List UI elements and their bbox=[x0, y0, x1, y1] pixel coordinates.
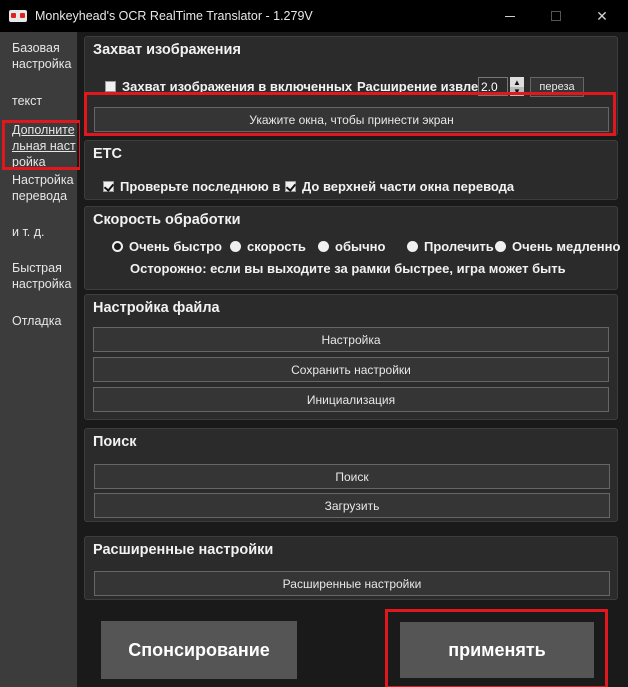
checkbox-icon bbox=[105, 81, 116, 92]
checkbox-checked-icon bbox=[285, 181, 296, 192]
speed-option-very-slow[interactable]: Очень медленно bbox=[495, 239, 620, 254]
close-button[interactable]: ✕ bbox=[579, 0, 625, 32]
speed-option-very-fast[interactable]: Очень быстро bbox=[112, 239, 222, 254]
top-window-checkbox[interactable]: До верхней части окна перевода bbox=[285, 179, 514, 194]
top-window-label: До верхней части окна перевода bbox=[302, 179, 515, 194]
file-panel: Настройка файла Настройка Сохранить наст… bbox=[84, 294, 618, 420]
save-settings-button[interactable]: Сохранить настройки bbox=[93, 357, 609, 382]
radio-icon bbox=[495, 241, 506, 252]
sidebar-item-quick[interactable]: Быстрая настройка bbox=[12, 260, 76, 292]
advanced-settings-button[interactable]: Расширенные настройки bbox=[94, 571, 610, 596]
check-last-checkbox[interactable]: Проверьте последнюю в bbox=[103, 179, 280, 194]
checkbox-checked-icon bbox=[103, 181, 114, 192]
capture-title: Захват изображения bbox=[93, 42, 241, 58]
initialize-button[interactable]: Инициализация bbox=[93, 387, 609, 412]
window-title: Monkeyhead's OCR RealTime Translator - 1… bbox=[35, 9, 313, 23]
main-content: Захват изображения Захват изображения в … bbox=[80, 32, 624, 687]
radio-icon bbox=[407, 241, 418, 252]
speed-option-label: Очень быстро bbox=[129, 239, 222, 254]
search-title: Поиск bbox=[93, 434, 137, 450]
speed-option-label: Очень медленно bbox=[512, 239, 621, 254]
advanced-panel: Расширенные настройки Расширенные настро… bbox=[84, 536, 618, 600]
file-title: Настройка файла bbox=[93, 300, 220, 316]
speed-option-label: Пролечить bbox=[424, 239, 494, 254]
speed-title: Скорость обработки bbox=[93, 212, 241, 228]
speed-option-fast[interactable]: скорость bbox=[230, 239, 306, 254]
speed-panel: Скорость обработки Очень быстро скорость… bbox=[84, 206, 620, 290]
radio-icon bbox=[318, 241, 329, 252]
select-window-highlight-box bbox=[84, 92, 616, 136]
maximize-button[interactable] bbox=[533, 0, 579, 32]
speed-option-label: обычно bbox=[335, 239, 386, 254]
app-logo-icon bbox=[9, 10, 27, 22]
sidebar-item-etc[interactable]: и т. д. bbox=[12, 224, 76, 240]
maximize-icon bbox=[551, 11, 561, 21]
minimize-icon bbox=[505, 15, 515, 17]
speed-option-label: скорость bbox=[247, 239, 306, 254]
sponsor-button[interactable]: Спонсирование bbox=[101, 621, 297, 679]
spin-up-icon[interactable]: ▲ bbox=[510, 77, 524, 87]
search-button[interactable]: Поиск bbox=[94, 464, 610, 489]
speed-option-normal[interactable]: обычно bbox=[318, 239, 385, 254]
radio-icon bbox=[230, 241, 241, 252]
title-bar: Monkeyhead's OCR RealTime Translator - 1… bbox=[0, 0, 628, 32]
load-button[interactable]: Загрузить bbox=[94, 493, 610, 518]
sidebar-highlight-box bbox=[2, 120, 82, 170]
sidebar-item-translation[interactable]: Настройка перевода bbox=[12, 172, 76, 204]
speed-warning: Осторожно: если вы выходите за рамки быс… bbox=[130, 261, 566, 276]
check-last-label: Проверьте последнюю в bbox=[120, 179, 281, 194]
minimize-button[interactable] bbox=[487, 0, 533, 32]
etc-title: ETC bbox=[93, 146, 122, 162]
sidebar-item-basic[interactable]: Базовая настройка bbox=[12, 40, 76, 72]
speed-option-slow[interactable]: Пролечить bbox=[407, 239, 494, 254]
sidebar-item-debug[interactable]: Отладка bbox=[12, 313, 76, 329]
etc-panel: ETC Проверьте последнюю в До верхней час… bbox=[84, 140, 618, 200]
close-icon: ✕ bbox=[596, 7, 608, 24]
advanced-title: Расширенные настройки bbox=[93, 542, 274, 558]
settings-button[interactable]: Настройка bbox=[93, 327, 609, 352]
search-panel: Поиск Поиск Загрузить bbox=[84, 428, 618, 522]
radio-selected-icon bbox=[112, 241, 123, 252]
sidebar-item-text[interactable]: текст bbox=[12, 93, 76, 109]
apply-highlight-box bbox=[385, 609, 608, 687]
